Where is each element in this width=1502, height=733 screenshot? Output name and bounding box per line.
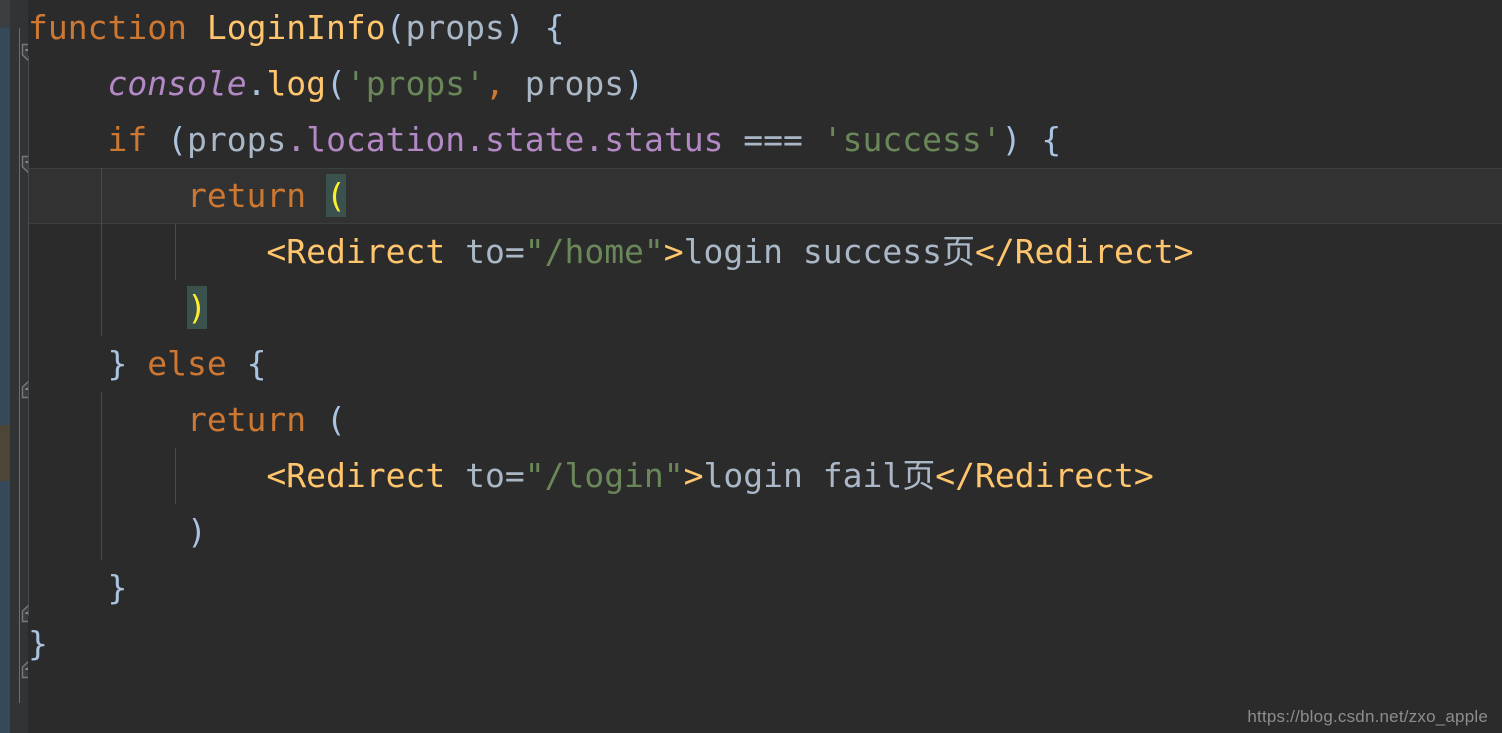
- line-close-else[interactable]: }: [28, 560, 1502, 616]
- watermark-url: https://blog.csdn.net/zxo_apple: [1247, 707, 1488, 726]
- vcs-segment-unchanged-top: [0, 0, 10, 28]
- vcs-segment-unchanged-lower: [0, 481, 10, 733]
- code-surface[interactable]: function LoginInfo(props) { console.log(…: [28, 0, 1502, 733]
- vcs-segment-modified: [0, 425, 10, 481]
- code-line-text: ): [186, 512, 207, 551]
- indent-guide: [101, 168, 103, 224]
- code-line-text: function LoginInfo(props) {: [28, 8, 565, 47]
- indent-guide: [101, 448, 103, 504]
- indent-guide: [174, 448, 176, 504]
- indent-guide: [28, 560, 29, 616]
- code-line-text: if (props.location.state.status === 'suc…: [107, 120, 1062, 159]
- line-console-log[interactable]: console.log('props', props): [28, 56, 1502, 112]
- indent-guide: [101, 504, 103, 560]
- code-line-text: ): [186, 286, 207, 329]
- line-if-condition[interactable]: if (props.location.state.status === 'suc…: [28, 112, 1502, 168]
- line-close-function[interactable]: }: [28, 616, 1502, 672]
- code-line-text: <Redirect to="/home">login success页</Red…: [266, 232, 1194, 271]
- vcs-segment-unchanged-upper: [0, 28, 10, 425]
- indent-guide: [101, 280, 103, 336]
- line-else[interactable]: } else {: [28, 336, 1502, 392]
- code-line-text: return (: [186, 174, 346, 217]
- indent-guide: [28, 392, 29, 448]
- code-line-text: <Redirect to="/login">login fail页</Redir…: [266, 456, 1154, 495]
- code-line-text: }: [28, 624, 48, 663]
- line-redirect-login[interactable]: <Redirect to="/login">login fail页</Redir…: [28, 448, 1502, 504]
- code-editor[interactable]: function LoginInfo(props) { console.log(…: [0, 0, 1502, 733]
- indent-guide: [101, 392, 103, 448]
- indent-guide: [28, 336, 29, 392]
- line-function-declaration[interactable]: function LoginInfo(props) {: [28, 0, 1502, 56]
- indent-guide: [28, 56, 29, 112]
- code-line-text: console.log('props', props): [107, 64, 644, 103]
- line-return-fail[interactable]: return (: [28, 392, 1502, 448]
- line-close-paren-success[interactable]: ): [28, 280, 1502, 336]
- indent-guide: [28, 168, 29, 224]
- indent-guide: [28, 504, 29, 560]
- indent-guide: [28, 224, 29, 280]
- line-return-success[interactable]: return (: [28, 168, 1502, 224]
- line-close-paren-fail[interactable]: ): [28, 504, 1502, 560]
- line-redirect-home[interactable]: <Redirect to="/home">login success页</Red…: [28, 224, 1502, 280]
- code-folding-spine: [19, 28, 20, 703]
- code-line-text: return (: [186, 400, 346, 439]
- indent-guide: [101, 224, 103, 280]
- vcs-change-strip[interactable]: [0, 0, 10, 733]
- code-line-text: } else {: [107, 344, 267, 383]
- indent-guide: [28, 280, 29, 336]
- indent-guide: [28, 448, 29, 504]
- code-line-text: }: [107, 568, 128, 607]
- indent-guide: [174, 224, 176, 280]
- indent-guide: [28, 112, 29, 168]
